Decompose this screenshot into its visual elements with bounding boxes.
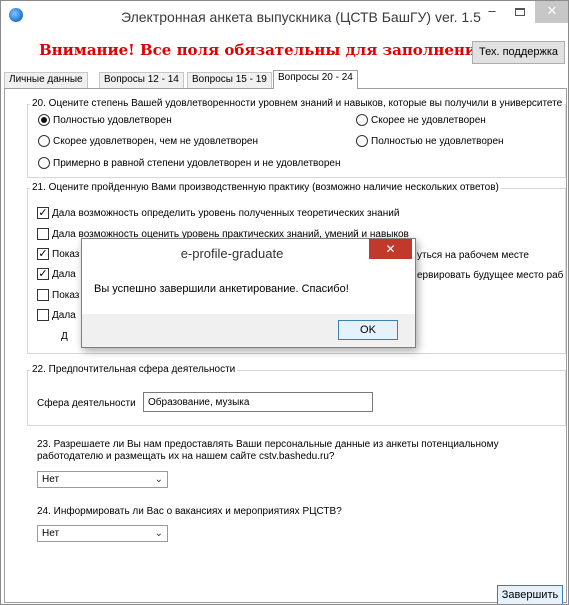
q23-question: 23. Разрешаете ли Вы нам предоставлять В… bbox=[37, 439, 499, 462]
activity-sphere-input[interactable] bbox=[143, 392, 373, 412]
option-label: Примерно в равной степени удовлетворен и… bbox=[53, 157, 341, 169]
option-label: Дала возможность определить уровень полу… bbox=[52, 207, 400, 219]
option-label: Дала bbox=[52, 309, 76, 321]
radio bbox=[38, 157, 50, 169]
tab-questions-12-14[interactable]: Вопросы 12 - 14 bbox=[99, 72, 184, 88]
option-label: Показ bbox=[52, 248, 80, 260]
dialog-title-bar: e-profile-graduate ✕ bbox=[82, 239, 415, 266]
q20-option-1[interactable]: Полностью удовлетворен bbox=[38, 114, 172, 126]
checkbox-checked: ✓ bbox=[37, 207, 49, 219]
title-bar: Электронная анкета выпускника (ЦСТВ БашГ… bbox=[1, 1, 568, 31]
checkbox bbox=[37, 289, 49, 301]
tech-support-button[interactable]: Тех. поддержка bbox=[472, 41, 565, 64]
main-window: Электронная анкета выпускника (ЦСТВ БашГ… bbox=[0, 0, 569, 605]
checkbox bbox=[37, 228, 49, 240]
q23-select[interactable]: Нет ⌄ bbox=[37, 471, 168, 488]
tab-personal-data[interactable]: Личные данные bbox=[4, 72, 88, 88]
dialog-close-button[interactable]: ✕ bbox=[369, 239, 412, 259]
q21-option-3-tail: уться на рабочем месте bbox=[417, 250, 529, 261]
maximize-icon bbox=[515, 7, 525, 16]
q21-title: 21. Оцените пройденную Вами производстве… bbox=[30, 182, 501, 193]
radio bbox=[356, 135, 368, 147]
option-label: Скорее не удовлетворен bbox=[371, 114, 486, 126]
maximize-button[interactable] bbox=[507, 1, 533, 23]
checkbox-checked: ✓ bbox=[37, 248, 49, 260]
activity-sphere-label: Сфера деятельности bbox=[37, 398, 136, 409]
q20-option-2[interactable]: Скорее не удовлетворен bbox=[356, 114, 486, 126]
chevron-down-icon: ⌄ bbox=[154, 474, 163, 485]
q22-title: 22. Предпочтительная сфера деятельности bbox=[30, 364, 238, 375]
q24-select[interactable]: Нет ⌄ bbox=[37, 525, 168, 542]
radio bbox=[356, 114, 368, 126]
dialog-footer: OK bbox=[82, 314, 415, 347]
option-label: Дала bbox=[52, 268, 76, 280]
option-label: Полностью удовлетворен bbox=[53, 114, 172, 126]
close-button[interactable]: ✕ bbox=[535, 1, 568, 23]
tab-questions-20-24[interactable]: Вопросы 20 - 24 bbox=[273, 70, 358, 89]
dialog-title: e-profile-graduate bbox=[180, 246, 284, 261]
checkbox-checked: ✓ bbox=[37, 268, 49, 280]
dialog-body: Вы успешно завершили анкетирование. Спас… bbox=[82, 266, 415, 314]
ok-button[interactable]: OK bbox=[338, 320, 398, 340]
option-label: Показ bbox=[52, 289, 80, 301]
completion-dialog: e-profile-graduate ✕ Вы успешно завершил… bbox=[81, 238, 416, 348]
q21-option-3[interactable]: ✓ Показ bbox=[37, 248, 79, 260]
option-label: Полностью не удовлетворен bbox=[371, 135, 504, 147]
q24-selected-value: Нет bbox=[42, 528, 60, 539]
q24-question: 24. Информировать ли Вас о вакансиях и м… bbox=[37, 506, 342, 517]
finish-button[interactable]: Завершить bbox=[497, 585, 563, 604]
minimize-button[interactable]: – bbox=[479, 1, 505, 23]
chevron-down-icon: ⌄ bbox=[154, 528, 163, 539]
close-icon: ✕ bbox=[385, 242, 396, 256]
q21-option-4[interactable]: ✓ Дала bbox=[37, 268, 76, 280]
required-fields-warning: Внимание! Все поля обязательны для запол… bbox=[39, 41, 507, 59]
minimize-icon: – bbox=[488, 3, 496, 18]
q23-selected-value: Нет bbox=[42, 474, 60, 485]
app-globe-icon bbox=[9, 8, 23, 22]
dialog-message: Вы успешно завершили анкетирование. Спас… bbox=[94, 283, 349, 295]
radio bbox=[38, 135, 50, 147]
q21-option-6[interactable]: Дала bbox=[37, 309, 76, 321]
tab-questions-15-19[interactable]: Вопросы 15 - 19 bbox=[187, 72, 272, 88]
q21-option-5[interactable]: Показ bbox=[37, 289, 79, 301]
q20-option-4[interactable]: Полностью не удовлетворен bbox=[356, 135, 504, 147]
q20-option-5[interactable]: Примерно в равной степени удовлетворен и… bbox=[38, 157, 340, 169]
q21-option-4-tail: ервировать будущее место раб bbox=[417, 270, 564, 281]
checkbox bbox=[37, 309, 49, 321]
q20-option-3[interactable]: Скорее удовлетворен, чем не удовлетворен bbox=[38, 135, 258, 147]
q21-option-1[interactable]: ✓ Дала возможность определить уровень пол… bbox=[37, 207, 399, 219]
window-title: Электронная анкета выпускника (ЦСТВ БашГ… bbox=[121, 9, 481, 25]
close-icon: ✕ bbox=[546, 3, 558, 18]
q20-title: 20. Оцените степень Вашей удовлетворенно… bbox=[30, 98, 565, 109]
radio-selected bbox=[38, 114, 50, 126]
q21-other-label: Д bbox=[61, 331, 68, 342]
option-label: Скорее удовлетворен, чем не удовлетворен bbox=[53, 135, 258, 147]
